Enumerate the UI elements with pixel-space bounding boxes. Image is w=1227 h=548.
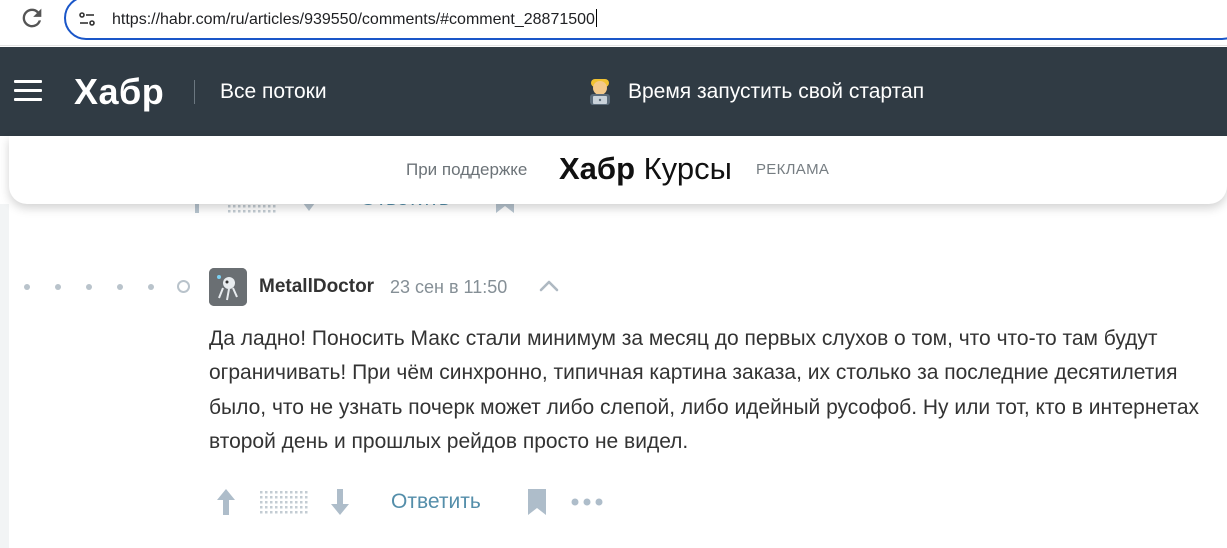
promo-banner[interactable]: Время запустить свой стартап [586,77,924,107]
chevron-up-icon[interactable] [538,278,560,294]
habr-logo[interactable]: Хабр [74,71,164,113]
technologist-emoji-icon [590,79,610,105]
ad-label: РЕКЛАМА [756,161,830,178]
comment-footer: Ответить [215,484,635,520]
nesting-dot [117,283,123,290]
comment-text: Да ладно! Поносить Макс стали минимум за… [209,327,1200,453]
thread-nesting-indicator [24,280,190,293]
comment-time[interactable]: 23 сен в 11:50 [390,277,507,298]
site-header: Хабр Все потоки Время запустить свой ста… [0,47,1227,136]
sponsor-support-text: При поддержке [406,160,528,179]
more-options-icon[interactable] [570,497,604,507]
sponsor-brand-logo[interactable]: Хабр Курсы [559,151,732,187]
browser-toolbar: https://habr.com/ru/articles/939550/comm… [0,0,1227,46]
reload-icon[interactable] [18,4,46,32]
sponsor-panel: При поддержке Хабр Курсы РЕКЛАМА [9,136,1227,204]
robot-avatar-icon [209,268,247,306]
comment-author[interactable]: MetallDoctor [259,276,374,298]
sponsor-brand-bold: Хабр [559,151,636,186]
vote-up-icon[interactable] [215,487,237,517]
site-info-icon[interactable] [78,10,96,28]
all-streams-link[interactable]: Все потоки [220,80,327,104]
reply-button[interactable]: Ответить [391,490,481,514]
menu-icon[interactable] [14,80,42,102]
avatar[interactable] [209,268,247,306]
url-text[interactable]: https://habr.com/ru/articles/939550/comm… [112,9,597,29]
nesting-current-ring [177,280,190,293]
sponsor-brand-regular: Курсы [635,151,732,186]
score-hidden-icon [260,491,309,515]
nesting-dot [148,283,154,290]
bookmark-icon[interactable] [526,488,548,516]
nesting-dot [55,283,61,290]
nesting-dot [86,283,92,290]
vote-down-icon[interactable] [329,487,351,517]
header-divider [194,80,195,104]
thread-sidebar [0,204,9,548]
promo-text[interactable]: Время запустить свой стартап [628,80,924,104]
address-bar[interactable]: https://habr.com/ru/articles/939550/comm… [64,0,1227,40]
nesting-dot [24,283,30,290]
